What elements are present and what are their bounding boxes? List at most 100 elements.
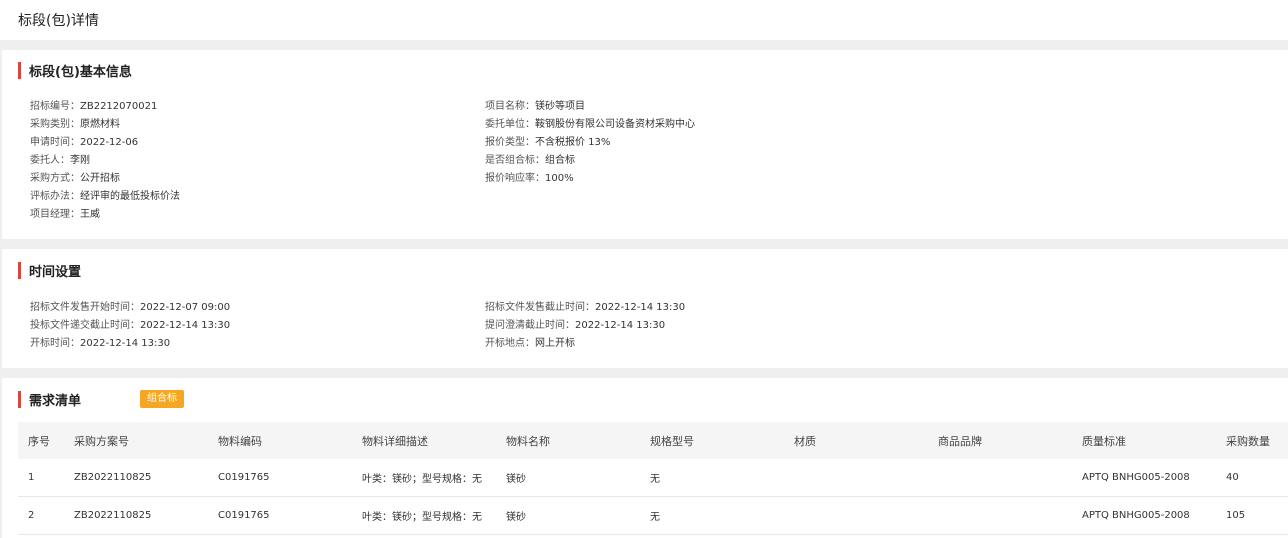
- info-row: 项目名称：镁砂等项目: [485, 97, 585, 112]
- basic-info-title: 标段(包)基本信息: [18, 61, 132, 80]
- info-value: 王威: [80, 209, 100, 220]
- info-label: 委托单位：: [485, 119, 535, 130]
- info-row: 采购方式：公开招标: [30, 169, 120, 184]
- column-header: 采购方案号: [64, 422, 208, 459]
- table-row: 1 ZB2022110825 C0191765 叶类：镁砂；型号规格：无 镁砂无 APTQ…: [18, 459, 1288, 497]
- column-header: 质量标准: [1072, 422, 1216, 459]
- info-label: 采购类别：: [30, 119, 80, 130]
- info-value: 不含税报价 13%: [535, 137, 611, 148]
- column-header: 采购数量: [1216, 422, 1288, 459]
- column-header: 商品品牌: [928, 422, 1072, 459]
- table-cell: 叶类：镁砂；型号规格：无: [352, 459, 496, 497]
- table-cell: [928, 459, 1072, 497]
- info-row: 招标编号：ZB2212070021: [30, 97, 157, 112]
- page-header: 标段(包)详情: [0, 0, 1288, 40]
- info-label: 提问澄清截止时间：: [485, 320, 575, 331]
- info-value: 经评审的最低投标价法: [80, 191, 180, 202]
- info-row: 招标文件发售截止时间：2022-12-14 13:30: [485, 298, 685, 313]
- table-cell: 105: [1216, 496, 1288, 535]
- info-row: 提问澄清截止时间：2022-12-14 13:30: [485, 316, 665, 331]
- info-label: 招标文件发售截止时间：: [485, 302, 595, 313]
- demand-table: 序号 采购方案号 物料编码 物料详细描述 物料名称 规格型号 材质 商品品牌 质量标准 采购数量 …: [18, 422, 1288, 535]
- table-cell: APTQ BNHG005-2008: [1072, 496, 1216, 535]
- info-label: 开标地点：: [485, 338, 535, 349]
- table-cell: APTQ BNHG005-2008: [1072, 459, 1216, 497]
- combo-badge: 组合标: [140, 390, 184, 408]
- info-value: 镁砂等项目: [535, 101, 585, 112]
- table-cell: 无: [640, 459, 784, 497]
- info-row: 是否组合标：组合标: [485, 151, 575, 166]
- info-label: 报价类型：: [485, 137, 535, 148]
- table-cell: C0191765: [208, 459, 352, 497]
- table-cell: 无: [640, 496, 784, 535]
- table-cell: [784, 496, 928, 535]
- table-cell: 2: [18, 496, 64, 535]
- table-cell: [928, 496, 1072, 535]
- info-value: 100%: [545, 173, 574, 184]
- info-row: 招标文件发售开始时间：2022-12-07 09:00: [30, 298, 230, 313]
- info-value: 2022-12-14 13:30: [140, 320, 231, 331]
- title-accent-bar: [18, 62, 21, 79]
- info-label: 招标编号：: [30, 101, 80, 112]
- info-value: ZB2212070021: [80, 101, 158, 112]
- info-row: 项目经理：王威: [30, 205, 100, 220]
- info-label: 投标文件递交截止时间：: [30, 320, 140, 331]
- info-label: 项目名称：: [485, 101, 535, 112]
- basic-info-card: 标段(包)基本信息 招标编号：ZB2212070021 采购类别：原燃材料 申请时间…: [2, 50, 1288, 239]
- info-label: 项目经理：: [30, 209, 80, 220]
- table-cell: [784, 459, 928, 497]
- time-settings-card: 时间设置 招标文件发售开始时间：2022-12-07 09:00 投标文件递交截止…: [2, 249, 1288, 368]
- info-row: 开标时间：2022-12-14 13:30: [30, 334, 170, 349]
- info-row: 采购类别：原燃材料: [30, 115, 120, 130]
- basic-info-title-text: 标段(包)基本信息: [29, 65, 132, 80]
- info-label: 是否组合标：: [485, 155, 545, 166]
- info-value: 2022-12-14 13:30: [575, 320, 666, 331]
- info-label: 采购方式：: [30, 173, 80, 184]
- column-header: 物料详细描述: [352, 422, 496, 459]
- info-value: 2022-12-14 13:30: [595, 302, 686, 313]
- info-row: 投标文件递交截止时间：2022-12-14 13:30: [30, 316, 230, 331]
- info-label: 报价响应率：: [485, 173, 545, 184]
- info-value: 网上开标: [535, 338, 575, 349]
- title-accent-bar: [18, 262, 21, 279]
- info-value: 组合标: [545, 155, 575, 166]
- column-header: 物料编码: [208, 422, 352, 459]
- column-header: 序号: [18, 422, 64, 459]
- table-header-row: 序号 采购方案号 物料编码 物料详细描述 物料名称 规格型号 材质 商品品牌 质量标准 采购数量: [18, 422, 1288, 459]
- table-row: 2 ZB2022110825 C0191765 叶类：镁砂；型号规格：无 镁砂无 APTQ…: [18, 496, 1288, 535]
- info-value: 2022-12-07 09:00: [140, 302, 231, 313]
- info-label: 申请时间：: [30, 137, 80, 148]
- table-cell: 叶类：镁砂；型号规格：无: [352, 496, 496, 535]
- demand-list-title-text: 需求清单: [29, 394, 82, 409]
- table-cell: 1: [18, 459, 64, 497]
- info-value: 公开招标: [80, 173, 120, 184]
- demand-list-card: 需求清单 组合标 序号 采购方案号 物料编码 物料详细描述 物料名称 规格型号 材质 商品品牌…: [2, 378, 1288, 538]
- table-cell: ZB2022110825: [64, 496, 208, 535]
- info-row: 委托人：李刚: [30, 151, 90, 166]
- info-label: 评标办法：: [30, 191, 80, 202]
- demand-list-title: 需求清单: [18, 390, 81, 409]
- info-row: 开标地点：网上开标: [485, 334, 575, 349]
- table-cell: C0191765: [208, 496, 352, 535]
- time-settings-title-text: 时间设置: [29, 265, 82, 280]
- info-value: 2022-12-06: [80, 137, 139, 148]
- info-value: 2022-12-14 13:30: [80, 338, 171, 349]
- info-row: 申请时间：2022-12-06: [30, 133, 138, 148]
- column-header: 材质: [784, 422, 928, 459]
- info-label: 开标时间：: [30, 338, 80, 349]
- info-row: 委托单位：鞍钢股份有限公司设备资材采购中心: [485, 115, 695, 130]
- info-value: 原燃材料: [80, 119, 120, 130]
- info-row: 报价响应率：100%: [485, 169, 574, 184]
- column-header: 物料名称: [496, 422, 640, 459]
- column-header: 规格型号: [640, 422, 784, 459]
- info-row: 报价类型：不含税报价 13%: [485, 133, 610, 148]
- table-cell: 40: [1216, 459, 1288, 497]
- page-title: 标段(包)详情: [18, 13, 99, 29]
- info-label: 委托人：: [30, 155, 70, 166]
- info-row: 评标办法：经评审的最低投标价法: [30, 187, 180, 202]
- table-cell: 镁砂: [496, 496, 640, 535]
- time-settings-title: 时间设置: [18, 261, 81, 280]
- table-cell: 镁砂: [496, 459, 640, 497]
- table-cell: ZB2022110825: [64, 459, 208, 497]
- title-accent-bar: [18, 391, 21, 408]
